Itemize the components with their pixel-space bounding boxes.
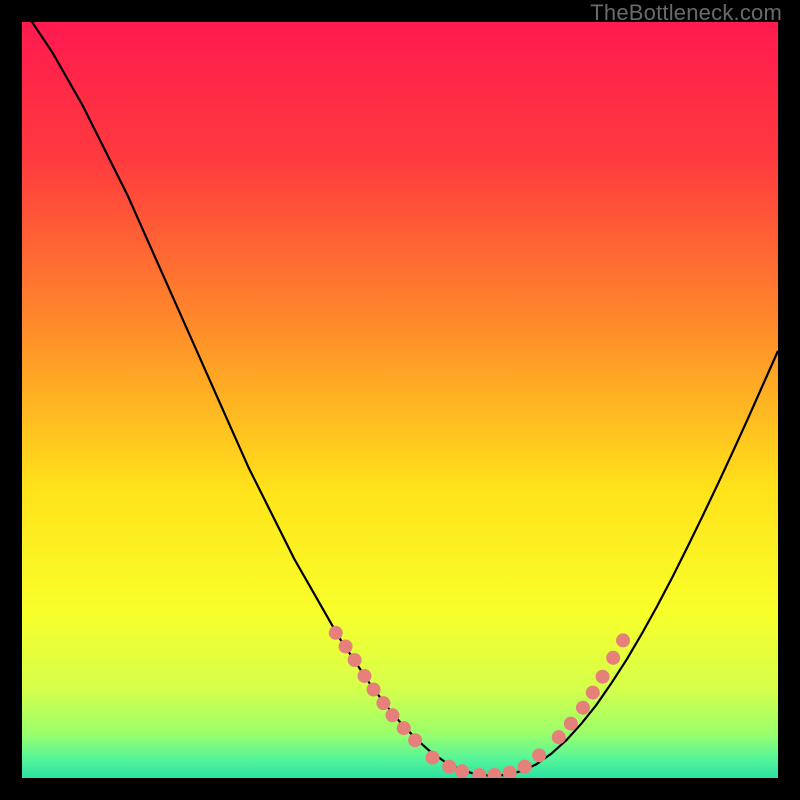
- marker-dot: [442, 760, 456, 774]
- watermark-text: TheBottleneck.com: [590, 0, 782, 26]
- marker-dot: [397, 721, 411, 735]
- marker-dot: [408, 733, 422, 747]
- marker-dot: [606, 651, 620, 665]
- marker-dot: [532, 748, 546, 762]
- marker-dot: [596, 670, 610, 684]
- marker-dot: [455, 764, 469, 778]
- plot-area: [22, 22, 778, 778]
- marker-dot: [385, 708, 399, 722]
- gradient-background: [22, 22, 778, 778]
- bottleneck-chart: [22, 22, 778, 778]
- marker-dot: [376, 696, 390, 710]
- marker-dot: [329, 626, 343, 640]
- marker-dot: [426, 751, 440, 765]
- marker-dot: [357, 669, 371, 683]
- marker-dot: [576, 701, 590, 715]
- marker-dot: [616, 633, 630, 647]
- marker-dot: [518, 760, 532, 774]
- marker-dot: [552, 730, 566, 744]
- marker-dot: [339, 639, 353, 653]
- marker-dot: [348, 653, 362, 667]
- marker-dot: [367, 683, 381, 697]
- marker-dot: [586, 686, 600, 700]
- marker-dot: [564, 717, 578, 731]
